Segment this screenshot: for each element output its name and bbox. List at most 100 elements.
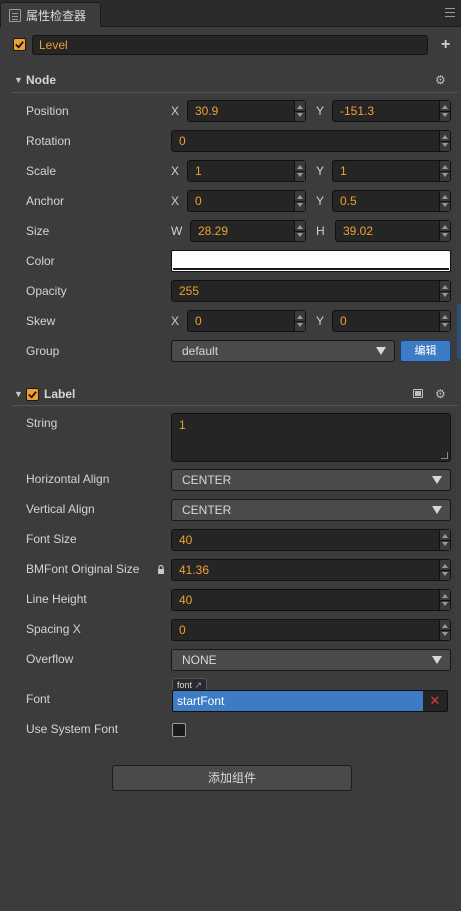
spinner-arrows-icon[interactable] <box>439 101 450 121</box>
collapse-caret-icon[interactable]: ▼ <box>14 389 26 399</box>
resize-grip-icon[interactable] <box>441 452 448 459</box>
spinner-arrows-icon[interactable] <box>294 101 305 121</box>
size-width-field[interactable]: 28.29 <box>190 220 306 242</box>
label-section-header[interactable]: ▼ Label ⚙ <box>0 381 461 407</box>
use-system-font-checkbox[interactable] <box>172 723 186 737</box>
scale-y-field[interactable]: 1 <box>332 160 451 182</box>
font-size-label: Font Size <box>26 532 77 546</box>
vertical-align-select[interactable]: CENTER <box>171 499 451 521</box>
panel-menu-icon[interactable] <box>445 8 455 17</box>
size-height-value: 39.02 <box>343 224 374 238</box>
opacity-label: Opacity <box>26 284 67 298</box>
spinner-arrows-icon[interactable] <box>439 161 450 181</box>
font-size-value: 40 <box>179 533 193 547</box>
group-value: default <box>182 344 219 358</box>
anchor-x-value: 0 <box>195 194 202 208</box>
font-asset-field[interactable]: startFont ✕ <box>172 690 448 712</box>
string-textarea[interactable]: 1 <box>171 413 451 462</box>
font-asset-value: startFont <box>177 694 225 708</box>
anchor-x-axis: X <box>171 194 180 208</box>
spinner-arrows-icon[interactable] <box>439 131 450 151</box>
section-divider <box>12 92 458 93</box>
skew-x-axis: X <box>171 314 180 328</box>
spinner-arrows-icon[interactable] <box>439 281 450 301</box>
position-y-field[interactable]: -151.3 <box>332 100 451 122</box>
label-enabled-checkbox[interactable] <box>26 387 39 401</box>
overflow-select[interactable]: NONE <box>171 649 451 671</box>
position-y-value: -151.3 <box>340 104 375 118</box>
label-section-title: Label <box>44 387 76 401</box>
line-height-label: Line Height <box>26 592 87 606</box>
anchor-x-field[interactable]: 0 <box>187 190 306 212</box>
panel-tab-bar: 属性检查器 <box>0 0 461 27</box>
inspector-tab[interactable]: 属性检查器 <box>0 2 101 27</box>
scale-y-axis: Y <box>316 164 325 178</box>
skew-y-field[interactable]: 0 <box>332 310 451 332</box>
scale-x-axis: X <box>171 164 180 178</box>
overflow-label: Overflow <box>26 652 74 666</box>
bmfont-original-size-label: BMFont Original Size <box>26 562 140 576</box>
size-width-value: 28.29 <box>198 224 229 238</box>
lock-icon <box>158 565 164 574</box>
position-x-value: 30.9 <box>195 104 219 118</box>
line-height-field[interactable]: 40 <box>171 589 451 611</box>
bmfont-original-size-field[interactable]: 41.36 <box>171 559 451 581</box>
font-label: Font <box>26 692 51 706</box>
dropdown-arrow-icon <box>432 506 442 514</box>
group-edit-button[interactable]: 编辑 <box>400 340 451 362</box>
help-book-icon[interactable] <box>413 389 423 398</box>
spinner-arrows-icon[interactable] <box>294 161 305 181</box>
horizontal-align-select[interactable]: CENTER <box>171 469 451 491</box>
skew-x-field[interactable]: 0 <box>187 310 306 332</box>
external-link-icon[interactable]: ↗ <box>195 680 203 690</box>
add-component-button[interactable]: 添加组件 <box>112 765 352 791</box>
gear-icon[interactable]: ⚙ <box>435 74 447 86</box>
spinner-arrows-icon[interactable] <box>439 590 450 610</box>
position-x-axis: X <box>171 104 180 118</box>
group-select[interactable]: default <box>171 340 395 362</box>
spacing-x-value: 0 <box>179 623 186 637</box>
spinner-arrows-icon[interactable] <box>294 311 305 331</box>
node-name-input[interactable]: Level <box>32 35 428 55</box>
dropdown-arrow-icon <box>432 476 442 484</box>
position-label: Position <box>26 104 69 118</box>
spinner-arrows-icon[interactable] <box>439 620 450 640</box>
spinner-arrows-icon[interactable] <box>439 530 450 550</box>
add-plus-icon[interactable]: + <box>441 37 450 53</box>
spinner-arrows-icon[interactable] <box>294 191 305 211</box>
position-y-axis: Y <box>316 104 325 118</box>
anchor-y-axis: Y <box>316 194 325 208</box>
size-height-field[interactable]: 39.02 <box>335 220 451 242</box>
size-label: Size <box>26 224 50 238</box>
spacing-x-label: Spacing X <box>26 622 81 636</box>
font-size-field[interactable]: 40 <box>171 529 451 551</box>
collapse-caret-icon[interactable]: ▼ <box>14 75 26 85</box>
section-divider <box>12 405 458 406</box>
string-label: String <box>26 416 58 430</box>
check-icon <box>28 390 37 399</box>
horizontal-align-value: CENTER <box>182 473 232 487</box>
position-x-field[interactable]: 30.9 <box>187 100 306 122</box>
rotation-field[interactable]: 0 <box>171 130 451 152</box>
spinner-arrows-icon[interactable] <box>439 560 450 580</box>
gear-icon[interactable]: ⚙ <box>435 388 447 400</box>
spinner-arrows-icon[interactable] <box>439 191 450 211</box>
spinner-arrows-icon[interactable] <box>439 311 450 331</box>
skew-x-value: 0 <box>195 314 202 328</box>
skew-y-value: 0 <box>340 314 347 328</box>
anchor-y-field[interactable]: 0.5 <box>332 190 451 212</box>
spinner-arrows-icon[interactable] <box>439 221 450 241</box>
opacity-field[interactable]: 255 <box>171 280 451 302</box>
rotation-value: 0 <box>179 134 186 148</box>
anchor-label: Anchor <box>26 194 65 208</box>
node-section-header[interactable]: ▼ Node ⚙ <box>0 67 461 93</box>
inspector-icon <box>9 8 21 22</box>
inspector-tab-title: 属性检查器 <box>26 8 87 23</box>
spinner-arrows-icon[interactable] <box>294 221 305 241</box>
node-active-checkbox[interactable] <box>13 38 26 51</box>
check-icon <box>15 41 24 49</box>
clear-asset-icon[interactable]: ✕ <box>423 691 447 711</box>
scale-x-field[interactable]: 1 <box>187 160 306 182</box>
color-picker-swatch[interactable] <box>171 250 451 272</box>
spacing-x-field[interactable]: 0 <box>171 619 451 641</box>
